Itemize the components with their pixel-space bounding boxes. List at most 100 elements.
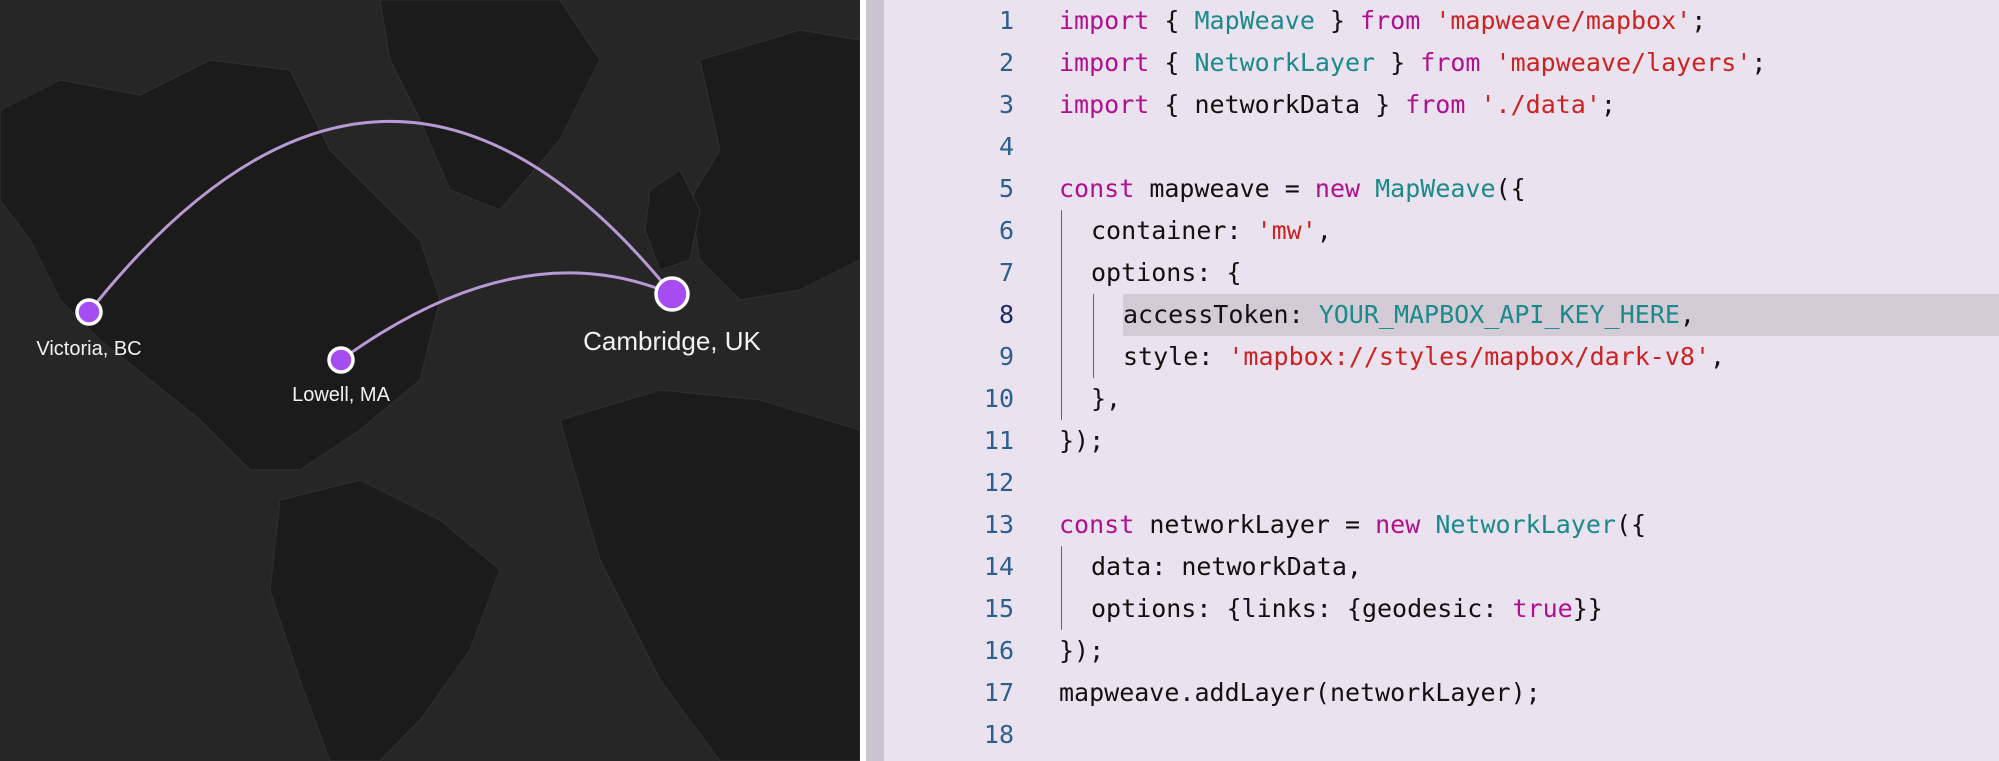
node-label-victoria: Victoria, BC [36, 338, 142, 360]
line-number: 18 [983, 720, 1014, 749]
code-token-punct: , [1316, 216, 1332, 245]
code-token-punct: : { [1196, 594, 1242, 623]
code-line[interactable]: 17 mapweave.addLayer(networkLayer); [884, 672, 1999, 714]
indent-guide [1061, 336, 1062, 378]
code-token-punct: : [1482, 594, 1513, 623]
code-token-punct: : { [1316, 594, 1362, 623]
code-token-type: YOUR_MAPBOX_API_KEY_HERE [1318, 300, 1680, 329]
code-token-punct: }} [1572, 594, 1603, 623]
code-token-punct: }); [1059, 636, 1105, 665]
code-token-string: 'mw' [1256, 216, 1317, 245]
code-token-punct: { [1149, 90, 1195, 119]
code-line[interactable]: 10}, [884, 378, 1999, 420]
code-token-keyword: from [1405, 90, 1466, 119]
code-token-keyword: true [1512, 594, 1573, 623]
code-token-ident: networkLayer [1329, 678, 1511, 707]
code-token-keyword: new [1375, 510, 1421, 539]
code-line[interactable]: 5 const mapweave = new MapWeave({ [884, 168, 1999, 210]
line-number: 16 [983, 636, 1014, 665]
code-token-ident: options [1091, 594, 1197, 623]
code-line[interactable]: 13 const networkLayer = new NetworkLayer(… [884, 504, 1999, 546]
code-token-punct: } [1314, 6, 1361, 35]
code-line[interactable]: 3 import { networkData } from './data'; [884, 84, 1999, 126]
code-line[interactable]: 9 style: 'mapbox://styles/mapbox/dark-v8'… [884, 336, 1999, 378]
code-line[interactable]: 15 options: {links: {geodesic: true}} [884, 588, 1999, 630]
code-token-ident: networkData [1181, 552, 1347, 581]
code-line[interactable]: 6 container: 'mw', [884, 210, 1999, 252]
code-token-punct [1420, 510, 1435, 539]
node-victoria[interactable] [75, 298, 103, 326]
code-token-punct: }); [1059, 426, 1105, 455]
code-text: options: { [1091, 252, 1999, 294]
map-view[interactable]: Victoria, BC Lowell, MA Cambridge, UK [0, 0, 860, 761]
code-token-punct: { [1149, 6, 1195, 35]
code-token-type: MapWeave [1375, 174, 1496, 203]
code-token-punct [1134, 510, 1149, 539]
code-token-punct: ; [1600, 90, 1616, 119]
code-token-punct: { [1149, 48, 1195, 77]
code-token-punct: = [1329, 510, 1376, 539]
line-number: 17 [983, 678, 1014, 707]
code-text: }); [1059, 630, 1999, 672]
node-cambridge[interactable] [654, 276, 690, 312]
code-text: }); [1059, 420, 1999, 462]
code-token-keyword: new [1314, 174, 1361, 203]
code-token-string: './data' [1480, 90, 1601, 119]
code-token-type: NetworkLayer [1435, 510, 1616, 539]
code-token-ident: links [1241, 594, 1317, 623]
code-token-punct [1465, 90, 1480, 119]
code-token-punct: : [1151, 552, 1182, 581]
code-token-keyword: const [1059, 510, 1135, 539]
code-line[interactable]: 4 [884, 126, 1999, 168]
code-token-punct: : [1226, 216, 1257, 245]
code-token-punct: ( [1314, 678, 1330, 707]
line-number: 12 [983, 468, 1014, 497]
line-number: 10 [983, 384, 1014, 413]
code-token-punct: , [1679, 300, 1695, 329]
code-token-punct: ({ [1495, 174, 1526, 203]
code-token-punct: : { [1196, 258, 1242, 287]
line-number: 3 [998, 90, 1014, 119]
code-line[interactable]: 11}); [884, 420, 1999, 462]
code-token-string: 'mapbox://styles/mapbox/dark-v8' [1228, 342, 1711, 371]
code-line[interactable]: 1 import { MapWeave } from 'mapweave/mapb… [884, 0, 1999, 42]
code-token-punct: : [1198, 342, 1229, 371]
south-america-land [269, 479, 501, 761]
code-token-keyword: import [1059, 6, 1150, 35]
code-line[interactable]: 12 [884, 462, 1999, 504]
code-token-punct: ({ [1615, 510, 1647, 539]
code-token-keyword: import [1059, 90, 1150, 119]
code-line[interactable]: 14 data: networkData, [884, 546, 1999, 588]
code-token-ident: geodesic [1361, 594, 1483, 623]
code-token-punct [1134, 174, 1149, 203]
node-lowell[interactable] [327, 346, 355, 374]
code-text: style: 'mapbox://styles/mapbox/dark-v8', [1123, 336, 1999, 378]
code-line[interactable]: 18 [884, 714, 1999, 756]
indent-guide [1093, 336, 1094, 378]
code-token-punct [1480, 48, 1495, 77]
code-line[interactable]: 16}); [884, 630, 1999, 672]
code-token-punct: ); [1510, 678, 1541, 707]
code-token-punct: , [1346, 552, 1362, 581]
code-token-ident: mapweave.addLayer [1059, 678, 1315, 707]
code-line[interactable]: 8 accessToken: YOUR_MAPBOX_API_KEY_HERE, [884, 294, 1999, 336]
landmasses [0, 0, 860, 761]
code-editor[interactable]: 1 import { MapWeave } from 'mapweave/mapb… [884, 0, 1999, 761]
code-line[interactable]: 2 import { NetworkLayer } from 'mapweave/… [884, 42, 1999, 84]
indent-guide [1061, 378, 1062, 420]
code-token-punct: : [1288, 300, 1319, 329]
code-token-punct: ; [1751, 48, 1767, 77]
map-canvas[interactable] [0, 0, 860, 761]
code-token-punct: ; [1691, 6, 1707, 35]
africa-land [559, 389, 860, 761]
code-token-keyword: from [1360, 6, 1421, 35]
code-text: options: {links: {geodesic: true}} [1091, 588, 1999, 630]
code-token-string: 'mapweave/mapbox' [1435, 6, 1692, 35]
line-number: 1 [998, 6, 1014, 35]
code-line[interactable]: 7 options: { [884, 252, 1999, 294]
europe-land [689, 29, 860, 301]
indent-guide [1061, 210, 1062, 252]
